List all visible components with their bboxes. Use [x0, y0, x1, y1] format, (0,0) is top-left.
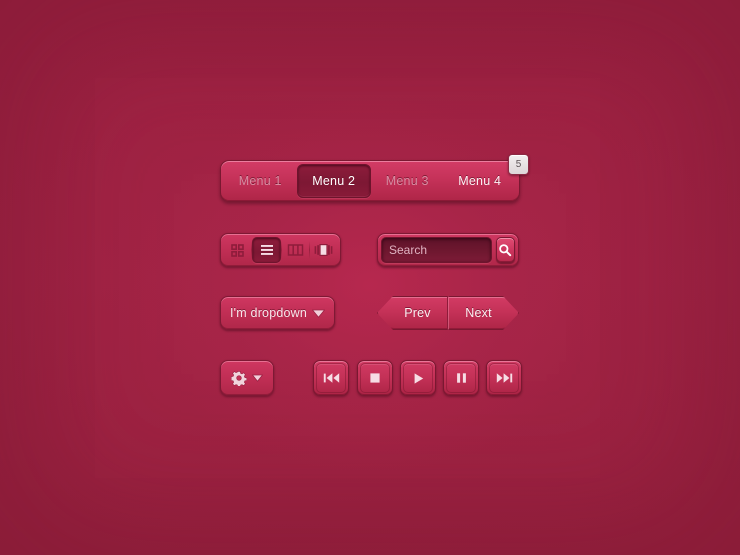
coverflow-view-icon [314, 243, 333, 257]
pause-icon [456, 372, 467, 384]
view-mode-toolbar [220, 233, 341, 267]
coverflow-view-button[interactable] [310, 237, 337, 263]
stop-icon [369, 372, 381, 384]
menu-item-3[interactable]: Menu 3 [371, 164, 444, 198]
grid-view-icon [230, 243, 245, 258]
search-input[interactable] [381, 237, 492, 263]
stop-button[interactable] [357, 360, 393, 396]
rewind-icon [323, 372, 340, 384]
dropdown-label: I'm dropdown [230, 306, 308, 320]
column-view-icon [287, 243, 304, 257]
play-button[interactable] [400, 360, 436, 396]
settings-split-button[interactable] [220, 360, 274, 396]
grid-view-button[interactable] [224, 237, 251, 263]
fast-forward-icon [496, 372, 513, 384]
gear-icon [231, 370, 247, 386]
dropdown-select[interactable]: I'm dropdown [220, 296, 335, 330]
app-background: Menu 1 Menu 2 Menu 3 Menu 4 5 Search I'm… [0, 0, 740, 555]
fast-forward-button[interactable] [486, 360, 522, 396]
menu-item-2[interactable]: Menu 2 [296, 164, 371, 198]
menu-item-1[interactable]: Menu 1 [224, 164, 297, 198]
next-button[interactable]: Next [448, 296, 519, 330]
rewind-button[interactable] [313, 360, 349, 396]
search-field [377, 233, 519, 267]
prev-next-group: Prev Next [377, 296, 519, 330]
play-icon [412, 372, 425, 385]
column-view-button[interactable] [282, 237, 309, 263]
chevron-down-icon [252, 374, 263, 382]
list-view-icon [259, 243, 275, 257]
pause-button[interactable] [443, 360, 479, 396]
menu-bar: Menu 1 Menu 2 Menu 3 Menu 4 [220, 160, 520, 202]
list-view-button[interactable] [252, 237, 281, 263]
search-button[interactable] [495, 237, 515, 263]
chevron-down-icon [312, 309, 325, 318]
menu-item-4[interactable]: Menu 4 [444, 164, 517, 198]
prev-button[interactable]: Prev [377, 296, 448, 330]
search-icon [498, 243, 512, 257]
notification-badge[interactable]: 5 [508, 154, 529, 175]
